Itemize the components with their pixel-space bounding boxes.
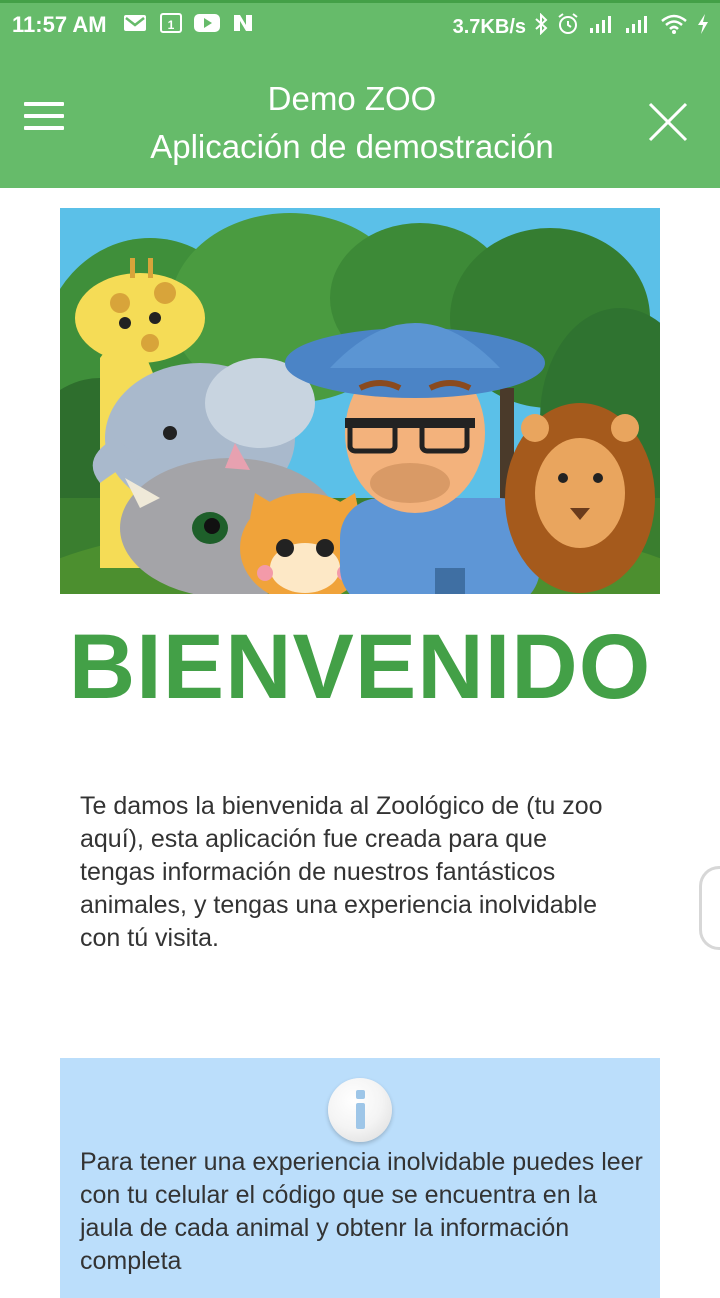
welcome-heading: BIENVENIDO <box>68 616 652 718</box>
zoo-hero-illustration <box>60 208 660 594</box>
app-title-block: Demo ZOO Aplicación de demostración <box>100 76 604 172</box>
status-notification-icons: 1 <box>122 12 256 34</box>
hamburger-menu-icon[interactable] <box>24 102 64 138</box>
bluetooth-icon <box>534 12 548 41</box>
status-bar: 11:57 AM 1 3.7KB/s <box>0 0 720 52</box>
calendar-icon: 1 <box>158 12 184 34</box>
app-title: Demo ZOO <box>267 80 437 117</box>
info-box: Para tener una experiencia inolvidable p… <box>60 1058 660 1298</box>
info-text: Para tener una experiencia inolvidable p… <box>80 1148 643 1275</box>
status-bar-topline <box>0 0 720 3</box>
close-icon[interactable] <box>646 100 690 144</box>
status-right-area: 3.7KB/s <box>453 12 710 42</box>
gmail-icon <box>122 12 148 34</box>
signal-icon <box>588 14 616 40</box>
app-subtitle: Aplicación de demostración <box>150 128 554 165</box>
signal-icon-2 <box>624 14 652 40</box>
status-time: 11:57 AM <box>12 12 107 37</box>
youtube-icon <box>194 12 220 34</box>
wifi-icon <box>660 13 688 41</box>
info-icon <box>328 1078 392 1142</box>
svg-text:1: 1 <box>168 18 175 32</box>
intro-text: Te damos la bienvenida al Zoológico de (… <box>80 792 603 952</box>
side-drawer-handle[interactable] <box>699 866 720 950</box>
net-speed: 3.7KB/s <box>452 15 526 38</box>
alarm-icon <box>556 12 580 42</box>
n-app-icon <box>230 12 256 34</box>
charging-icon <box>696 13 710 41</box>
app-bar: Demo ZOO Aplicación de demostración <box>0 52 720 188</box>
